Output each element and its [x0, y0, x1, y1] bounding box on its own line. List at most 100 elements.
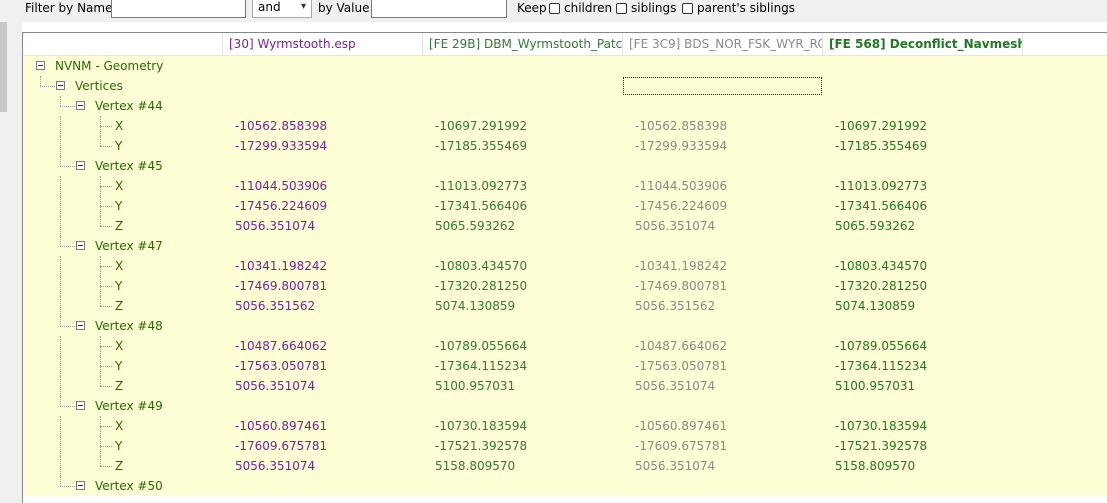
value-cell[interactable]: -10803.434570 [423, 256, 623, 276]
collapse-toggle-icon[interactable] [76, 401, 85, 410]
value-cell[interactable]: 5056.351562 [223, 296, 423, 316]
value-cell[interactable]: -10803.434570 [823, 256, 1023, 276]
value-cell[interactable] [1023, 156, 1107, 176]
value-cell[interactable] [623, 156, 823, 176]
value-cell[interactable]: 5074.130859 [423, 296, 623, 316]
focused-cell[interactable] [623, 77, 822, 95]
value-cell[interactable]: 5056.351074 [223, 376, 423, 396]
value-cell[interactable] [423, 76, 623, 96]
tree-row-coordinate[interactable]: -10341.198242 -10803.434570 -10341.198242 -… [23, 256, 1107, 276]
filter-operator-select[interactable]: and ▾ [252, 0, 312, 18]
value-cell[interactable] [823, 236, 1023, 256]
value-cell[interactable] [1023, 56, 1107, 76]
value-cell[interactable]: 5100.957031 [423, 376, 623, 396]
value-cell[interactable]: 5056.351074 [223, 216, 423, 236]
value-cell[interactable]: -10560.897461 [223, 416, 423, 436]
tree-row-coordinate[interactable]: -17609.675781 -17521.392578 -17609.675781 -… [23, 436, 1107, 456]
left-scrollbar[interactable] [0, 22, 7, 112]
value-cell[interactable]: -10730.183594 [823, 416, 1023, 436]
value-cell[interactable] [1023, 116, 1107, 136]
tree-row-vertex[interactable]: Vertex #50 [23, 476, 1107, 496]
value-cell[interactable]: -10789.055664 [823, 336, 1023, 356]
value-cell[interactable]: -17563.050781 [223, 356, 423, 376]
column-header-plugin[interactable]: [FE 568] Deconflict_Navmeshes.... [823, 33, 1023, 55]
value-cell[interactable]: -17521.392578 [823, 436, 1023, 456]
value-cell[interactable] [423, 476, 623, 496]
value-cell[interactable] [223, 76, 423, 96]
value-cell[interactable] [223, 96, 423, 116]
value-cell[interactable]: 5056.351074 [223, 456, 423, 476]
checkbox-box[interactable] [616, 2, 627, 14]
value-cell[interactable] [823, 396, 1023, 416]
value-cell[interactable] [1023, 396, 1107, 416]
value-cell[interactable] [823, 76, 1023, 96]
value-cell[interactable]: -11044.503906 [223, 176, 423, 196]
value-cell[interactable]: 5158.809570 [823, 456, 1023, 476]
filter-value-input[interactable] [371, 0, 507, 18]
collapse-toggle-icon[interactable] [76, 161, 85, 170]
tree-row-vertex[interactable]: Vertex #47 [23, 236, 1107, 256]
value-cell[interactable] [823, 156, 1023, 176]
value-cell[interactable] [823, 96, 1023, 116]
collapse-toggle-icon[interactable] [76, 101, 85, 110]
value-cell[interactable] [223, 476, 423, 496]
value-cell[interactable]: -10697.291992 [823, 116, 1023, 136]
tree-row-coordinate[interactable]: 5056.351562 5074.130859 5056.351562 5074.13… [23, 296, 1107, 316]
tree-row-coordinate[interactable]: 5056.351074 5100.957031 5056.351074 5100.95… [23, 376, 1107, 396]
value-cell[interactable] [823, 56, 1023, 76]
tree-row-vertex[interactable]: Vertex #49 [23, 396, 1107, 416]
value-cell[interactable]: 5065.593262 [423, 216, 623, 236]
value-cell[interactable]: -17185.355469 [423, 136, 623, 156]
column-header-tree[interactable] [23, 33, 223, 55]
tree-row-coordinate[interactable]: 5056.351074 5065.593262 5056.351074 5065.59… [23, 216, 1107, 236]
value-cell[interactable] [623, 56, 823, 76]
keep-parent-siblings-checkbox[interactable]: parent's siblings [682, 1, 795, 15]
value-cell[interactable]: -17456.224609 [623, 196, 823, 216]
value-cell[interactable] [423, 316, 623, 336]
value-cell[interactable]: 5056.351074 [623, 216, 823, 236]
value-cell[interactable] [223, 236, 423, 256]
tree-row-coordinate[interactable]: -17563.050781 -17364.115234 -17563.050781 -… [23, 356, 1107, 376]
value-cell[interactable] [623, 476, 823, 496]
collapse-toggle-icon[interactable] [76, 321, 85, 330]
tree-row-coordinate[interactable]: -17299.933594 -17185.355469 -17299.933594 -… [23, 136, 1107, 156]
value-cell[interactable]: -10341.198242 [623, 256, 823, 276]
value-cell[interactable]: -11044.503906 [623, 176, 823, 196]
value-cell[interactable] [223, 316, 423, 336]
value-cell[interactable]: -17521.392578 [423, 436, 623, 456]
checkbox-box[interactable] [682, 2, 693, 14]
value-cell[interactable] [1023, 136, 1107, 156]
record-view-grid[interactable]: [30] Wyrmstooth.esp [FE 29B] DBM_Wyrmsto… [22, 32, 1107, 503]
value-cell[interactable]: -17364.115234 [823, 356, 1023, 376]
tree-row-coordinate[interactable]: -10560.897461 -10730.183594 -10560.897461 -… [23, 416, 1107, 436]
tree-row-root[interactable]: NVNM - Geometry [23, 56, 1107, 76]
value-cell[interactable] [1023, 76, 1107, 96]
value-cell[interactable] [223, 396, 423, 416]
tree-row-coordinate[interactable]: -11044.503906 -11013.092773 -11044.503906 -… [23, 176, 1107, 196]
value-cell[interactable]: -17341.566406 [823, 196, 1023, 216]
value-cell[interactable]: 5074.130859 [823, 296, 1023, 316]
value-cell[interactable] [423, 396, 623, 416]
value-cell[interactable]: -10487.664062 [223, 336, 423, 356]
value-cell[interactable] [1023, 196, 1107, 216]
tree-row-coordinate[interactable]: -17456.224609 -17341.566406 -17456.224609 -… [23, 196, 1107, 216]
value-cell[interactable]: -17469.800781 [623, 276, 823, 296]
value-cell[interactable] [1023, 296, 1107, 316]
value-cell[interactable] [1023, 356, 1107, 376]
value-cell[interactable] [823, 316, 1023, 336]
value-cell[interactable] [1023, 256, 1107, 276]
value-cell[interactable]: -17469.800781 [223, 276, 423, 296]
value-cell[interactable]: -17320.281250 [423, 276, 623, 296]
value-cell[interactable]: 5056.351074 [623, 376, 823, 396]
tree-row-coordinate[interactable]: -10487.664062 -10789.055664 -10487.664062 -… [23, 336, 1107, 356]
tree-row-vertex[interactable]: Vertex #45 [23, 156, 1107, 176]
value-cell[interactable] [1023, 456, 1107, 476]
tree-row-coordinate[interactable]: 5056.351074 5158.809570 5056.351074 5158.80… [23, 456, 1107, 476]
tree-row-coordinate[interactable]: -10562.858398 -10697.291992 -10562.858398 -… [23, 116, 1107, 136]
keep-children-checkbox[interactable]: children [549, 1, 612, 15]
checkbox-box[interactable] [549, 2, 560, 14]
value-cell[interactable]: -10560.897461 [623, 416, 823, 436]
value-cell[interactable]: -17299.933594 [623, 136, 823, 156]
value-cell[interactable] [623, 96, 823, 116]
column-header-plugin[interactable]: [30] Wyrmstooth.esp [223, 33, 423, 55]
